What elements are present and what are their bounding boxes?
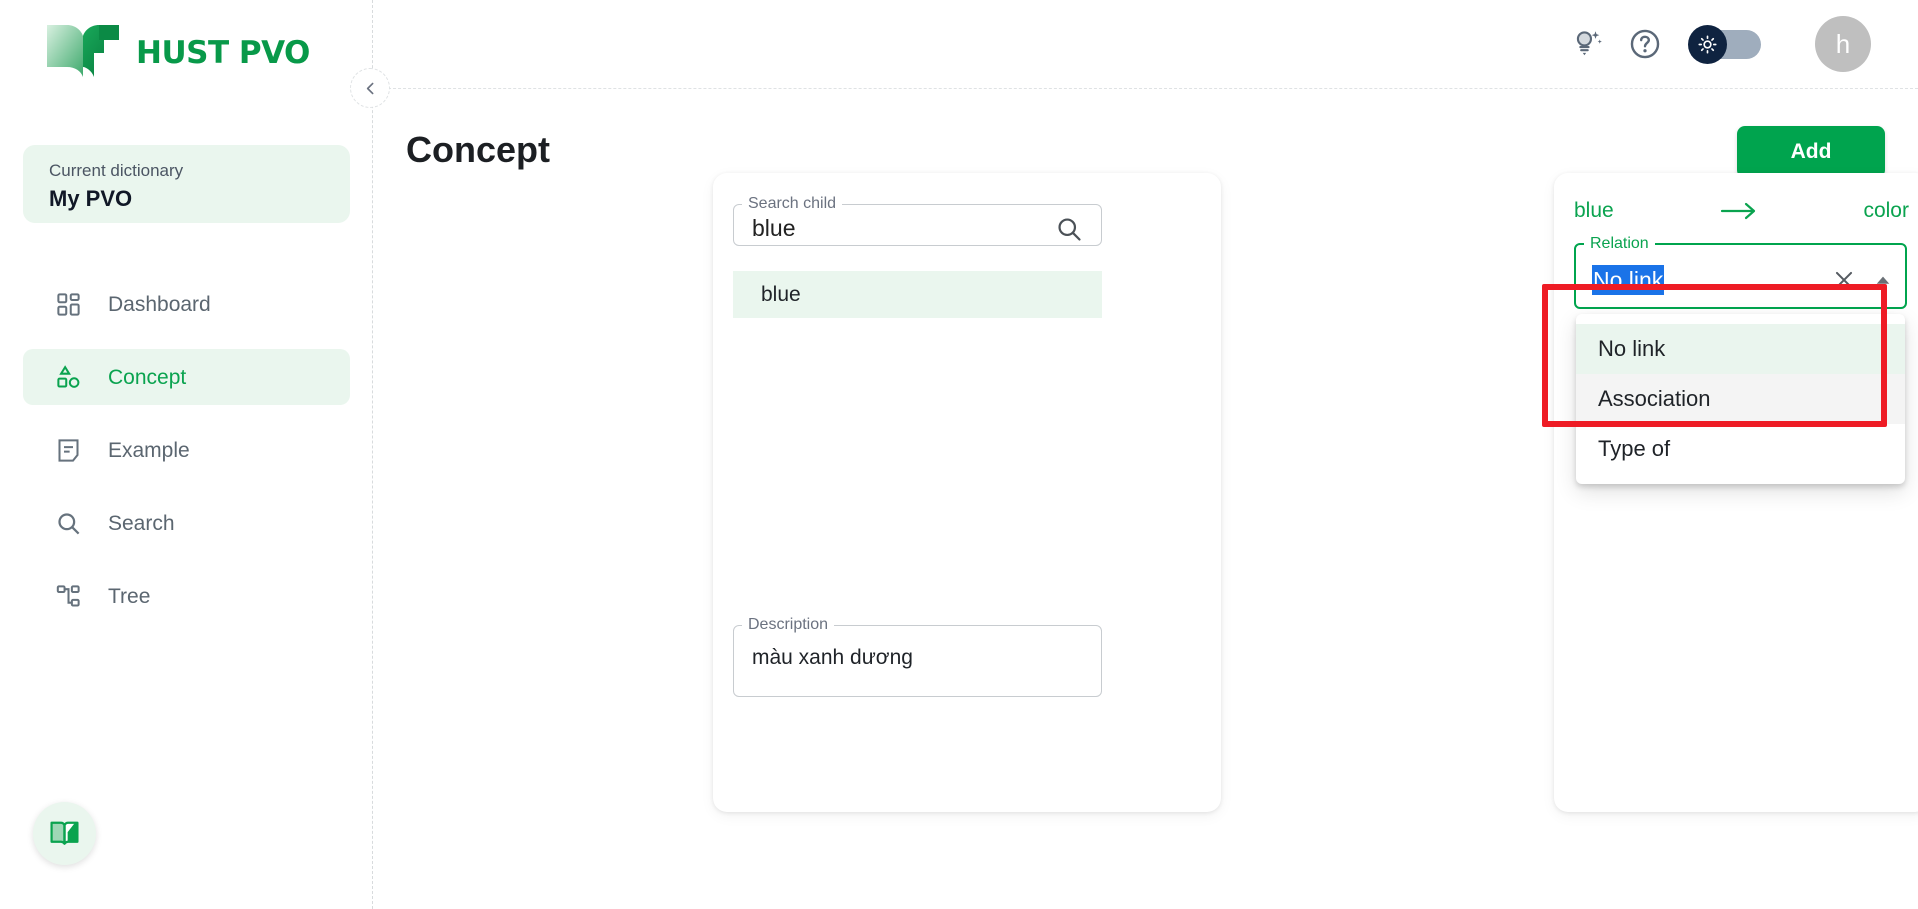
lightbulb-sparkle-icon	[1576, 31, 1602, 56]
suggestion-button[interactable]	[1558, 15, 1616, 73]
app-root: HUST PVO Current dictionary My PVO Dashb…	[0, 0, 1918, 909]
sidebar-item-label: Search	[108, 511, 175, 535]
relation-card: blue color Relation No link No link Asso…	[1554, 173, 1918, 812]
dashboard-icon	[57, 292, 80, 316]
close-icon[interactable]	[1831, 267, 1857, 293]
search-child-label: Search child	[748, 195, 837, 212]
child-description-input[interactable]: màu xanh dương	[734, 630, 1101, 671]
relation-label: Relation	[1590, 235, 1649, 252]
arrow-right-icon	[1720, 202, 1755, 220]
current-dictionary-card[interactable]: Current dictionary My PVO	[23, 145, 350, 223]
sidebar-item-label: Dashboard	[108, 292, 211, 316]
relation-select-controls	[1831, 267, 1893, 293]
brand-name: HUST PVO	[136, 35, 310, 71]
relation-to-concept: color	[1863, 199, 1909, 222]
sidebar-item-search[interactable]: Search	[23, 495, 350, 551]
sidebar-collapse-button[interactable]	[350, 68, 390, 108]
sidebar: HUST PVO Current dictionary My PVO Dashb…	[0, 0, 390, 909]
sidebar-item-example[interactable]: Example	[23, 422, 350, 478]
relation-option-type-of[interactable]: Type of	[1576, 424, 1905, 474]
current-dictionary-value: My PVO	[49, 186, 133, 211]
relation-select-value[interactable]: No link	[1592, 264, 1665, 296]
search-child-input[interactable]: blue	[734, 217, 1055, 240]
help-circle-icon	[1630, 29, 1660, 59]
relation-from-concept: blue	[1574, 199, 1614, 222]
sun-icon	[1698, 35, 1717, 54]
chevron-left-icon	[366, 82, 373, 94]
relation-option-association[interactable]: Association	[1576, 374, 1905, 424]
top-header: h	[373, 0, 1918, 89]
header-actions: h	[1558, 15, 1871, 73]
search-icon	[58, 512, 80, 534]
open-book-logo-icon	[47, 25, 119, 77]
list-item[interactable]: blue	[733, 271, 1102, 318]
relation-option-no-link[interactable]: No link	[1576, 324, 1905, 374]
chevron-up-icon[interactable]	[1873, 270, 1893, 290]
concept-cards: Search child blue blue Description màu x…	[373, 89, 1918, 909]
sidebar-nav: Dashboard Concept Example Search Tree	[23, 276, 350, 641]
main-content: Concept Add Search child blue blue Descr…	[373, 89, 1918, 909]
child-description-field[interactable]: Description màu xanh dương	[733, 616, 1102, 697]
relation-select-field[interactable]: Relation No link	[1574, 235, 1907, 309]
sidebar-item-dashboard[interactable]: Dashboard	[23, 276, 350, 332]
help-button[interactable]	[1616, 15, 1674, 73]
current-dictionary-label: Current dictionary	[49, 161, 184, 180]
dictionary-fab-button[interactable]	[33, 802, 96, 865]
sidebar-item-label: Example	[108, 438, 190, 462]
sidebar-item-concept[interactable]: Concept	[23, 349, 350, 405]
sidebar-item-tree[interactable]: Tree	[23, 568, 350, 624]
theme-toggle-knob	[1688, 25, 1727, 64]
child-concept-card: Search child blue blue Description màu x…	[713, 173, 1221, 812]
search-child-field[interactable]: Search child blue	[733, 195, 1102, 246]
search-icon[interactable]	[1055, 215, 1083, 243]
sidebar-item-label: Concept	[108, 365, 187, 389]
open-book-icon	[50, 821, 79, 845]
child-description-label: Description	[748, 616, 829, 633]
child-results-list: blue	[733, 271, 1102, 318]
theme-toggle[interactable]	[1688, 25, 1761, 64]
user-avatar[interactable]: h	[1815, 16, 1871, 72]
shapes-icon	[57, 364, 80, 388]
tree-icon	[56, 584, 80, 607]
relation-dropdown-menu: No link Association Type of	[1576, 314, 1905, 484]
relation-header: blue color	[1554, 199, 1918, 223]
note-icon	[58, 438, 79, 462]
sidebar-item-label: Tree	[108, 584, 151, 608]
brand-logo[interactable]: HUST PVO	[44, 22, 310, 84]
